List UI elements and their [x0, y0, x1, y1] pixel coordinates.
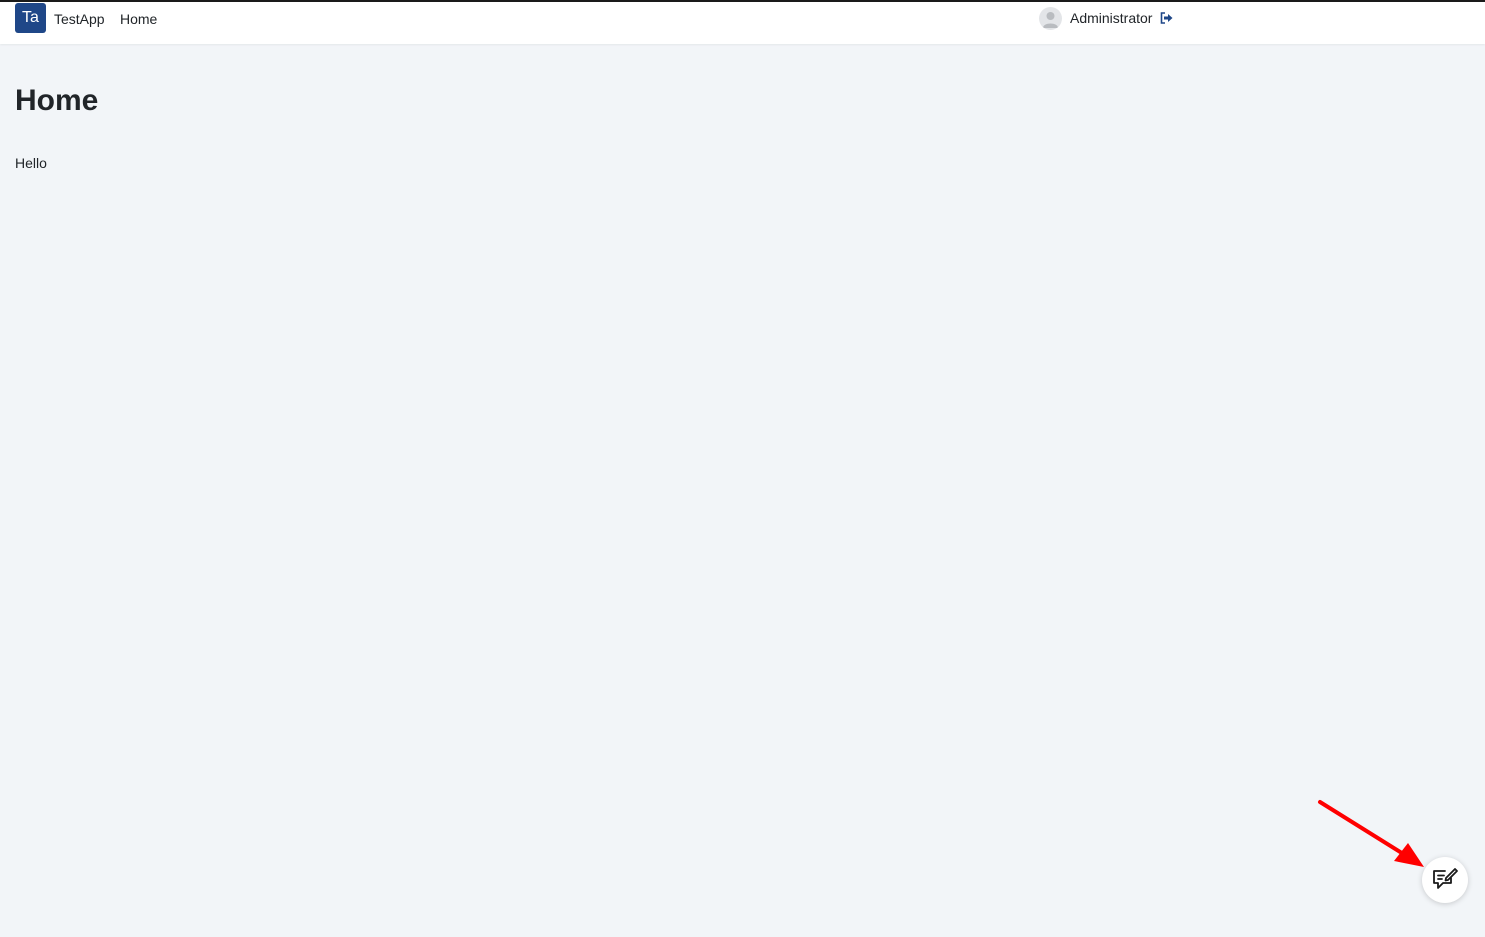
feedback-button[interactable]: [1422, 857, 1468, 903]
app-logo[interactable]: Ta: [15, 3, 46, 33]
annotation-arrow: [1318, 800, 1424, 867]
user-silhouette-icon: [1039, 6, 1062, 30]
top-navbar: Ta TestApp Home Administrator: [0, 0, 1485, 44]
app-name[interactable]: TestApp: [54, 11, 105, 27]
user-name: Administrator: [1070, 10, 1153, 26]
user-menu[interactable]: Administrator: [1039, 6, 1173, 30]
page-text: Hello: [15, 155, 47, 171]
chat-edit-icon: [1431, 865, 1459, 896]
sign-out-icon[interactable]: [1159, 11, 1173, 25]
page-title: Home: [15, 84, 99, 117]
nav-item-home[interactable]: Home: [120, 11, 157, 27]
